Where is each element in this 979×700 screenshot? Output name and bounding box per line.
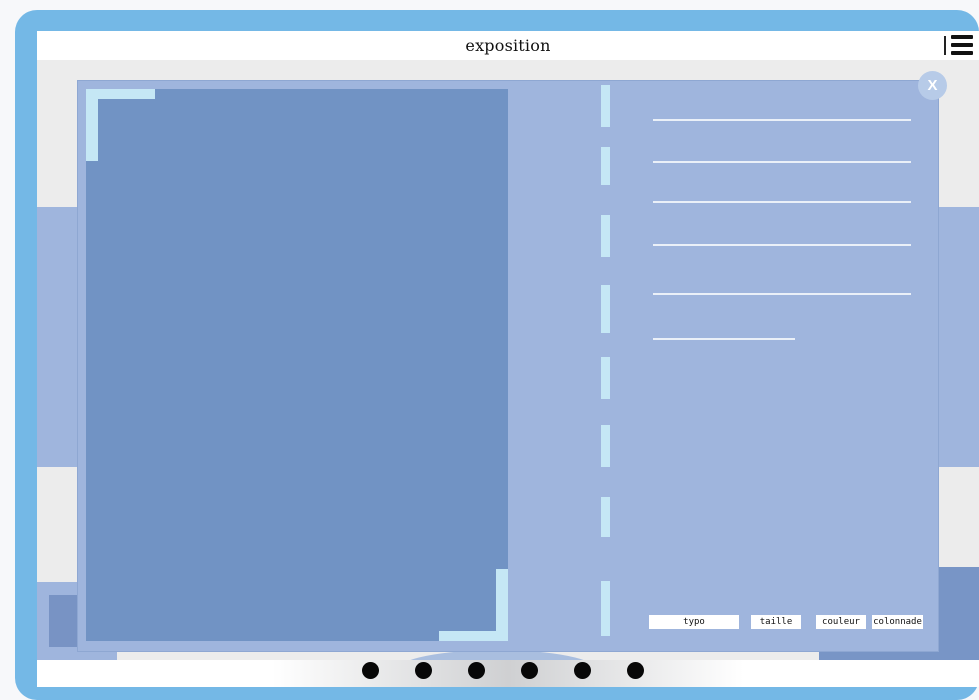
divider-dash: [601, 357, 610, 399]
text-line: [653, 338, 795, 340]
divider-dash: [601, 85, 610, 127]
menu-bar-line: [951, 43, 973, 47]
page-dot[interactable]: [415, 662, 432, 679]
menu-bar-line: [951, 35, 973, 39]
detail-modal: typo taille couleur colonnade: [77, 80, 939, 652]
menu-bar-line: [951, 51, 973, 55]
typo-button[interactable]: typo: [649, 615, 739, 629]
hamburger-icon[interactable]: [951, 35, 973, 55]
divider-dash: [601, 215, 610, 257]
page-dot[interactable]: [521, 662, 538, 679]
page-dot[interactable]: [468, 662, 485, 679]
divider-dash: [601, 497, 610, 537]
page-dot[interactable]: [627, 662, 644, 679]
text-line: [653, 161, 911, 163]
format-toolbar: typo taille couleur colonnade: [78, 615, 938, 629]
page-dot[interactable]: [574, 662, 591, 679]
page-title: exposition: [465, 36, 551, 55]
taille-button[interactable]: taille: [751, 615, 801, 629]
couleur-button[interactable]: couleur: [816, 615, 866, 629]
pagination-dots: [362, 662, 644, 682]
text-line: [653, 119, 911, 121]
crop-corner-bottom-right-vertical[interactable]: [496, 569, 508, 641]
divider-dash: [601, 147, 610, 185]
close-button[interactable]: X: [918, 71, 947, 100]
page-dot[interactable]: [362, 662, 379, 679]
background-tile-left-inner: [49, 595, 79, 647]
image-placeholder: [86, 89, 508, 641]
divider-dash: [601, 285, 610, 333]
top-bar: exposition: [37, 31, 979, 60]
text-line: [653, 244, 911, 246]
crop-corner-top-left-vertical[interactable]: [86, 89, 98, 161]
app-screen: exposition typo taille couleur colonnade: [37, 31, 979, 687]
text-line: [653, 201, 911, 203]
divider-dash: [601, 425, 610, 467]
colonnade-button[interactable]: colonnade: [872, 615, 923, 629]
text-line: [653, 293, 911, 295]
menu-separator: [944, 36, 946, 55]
